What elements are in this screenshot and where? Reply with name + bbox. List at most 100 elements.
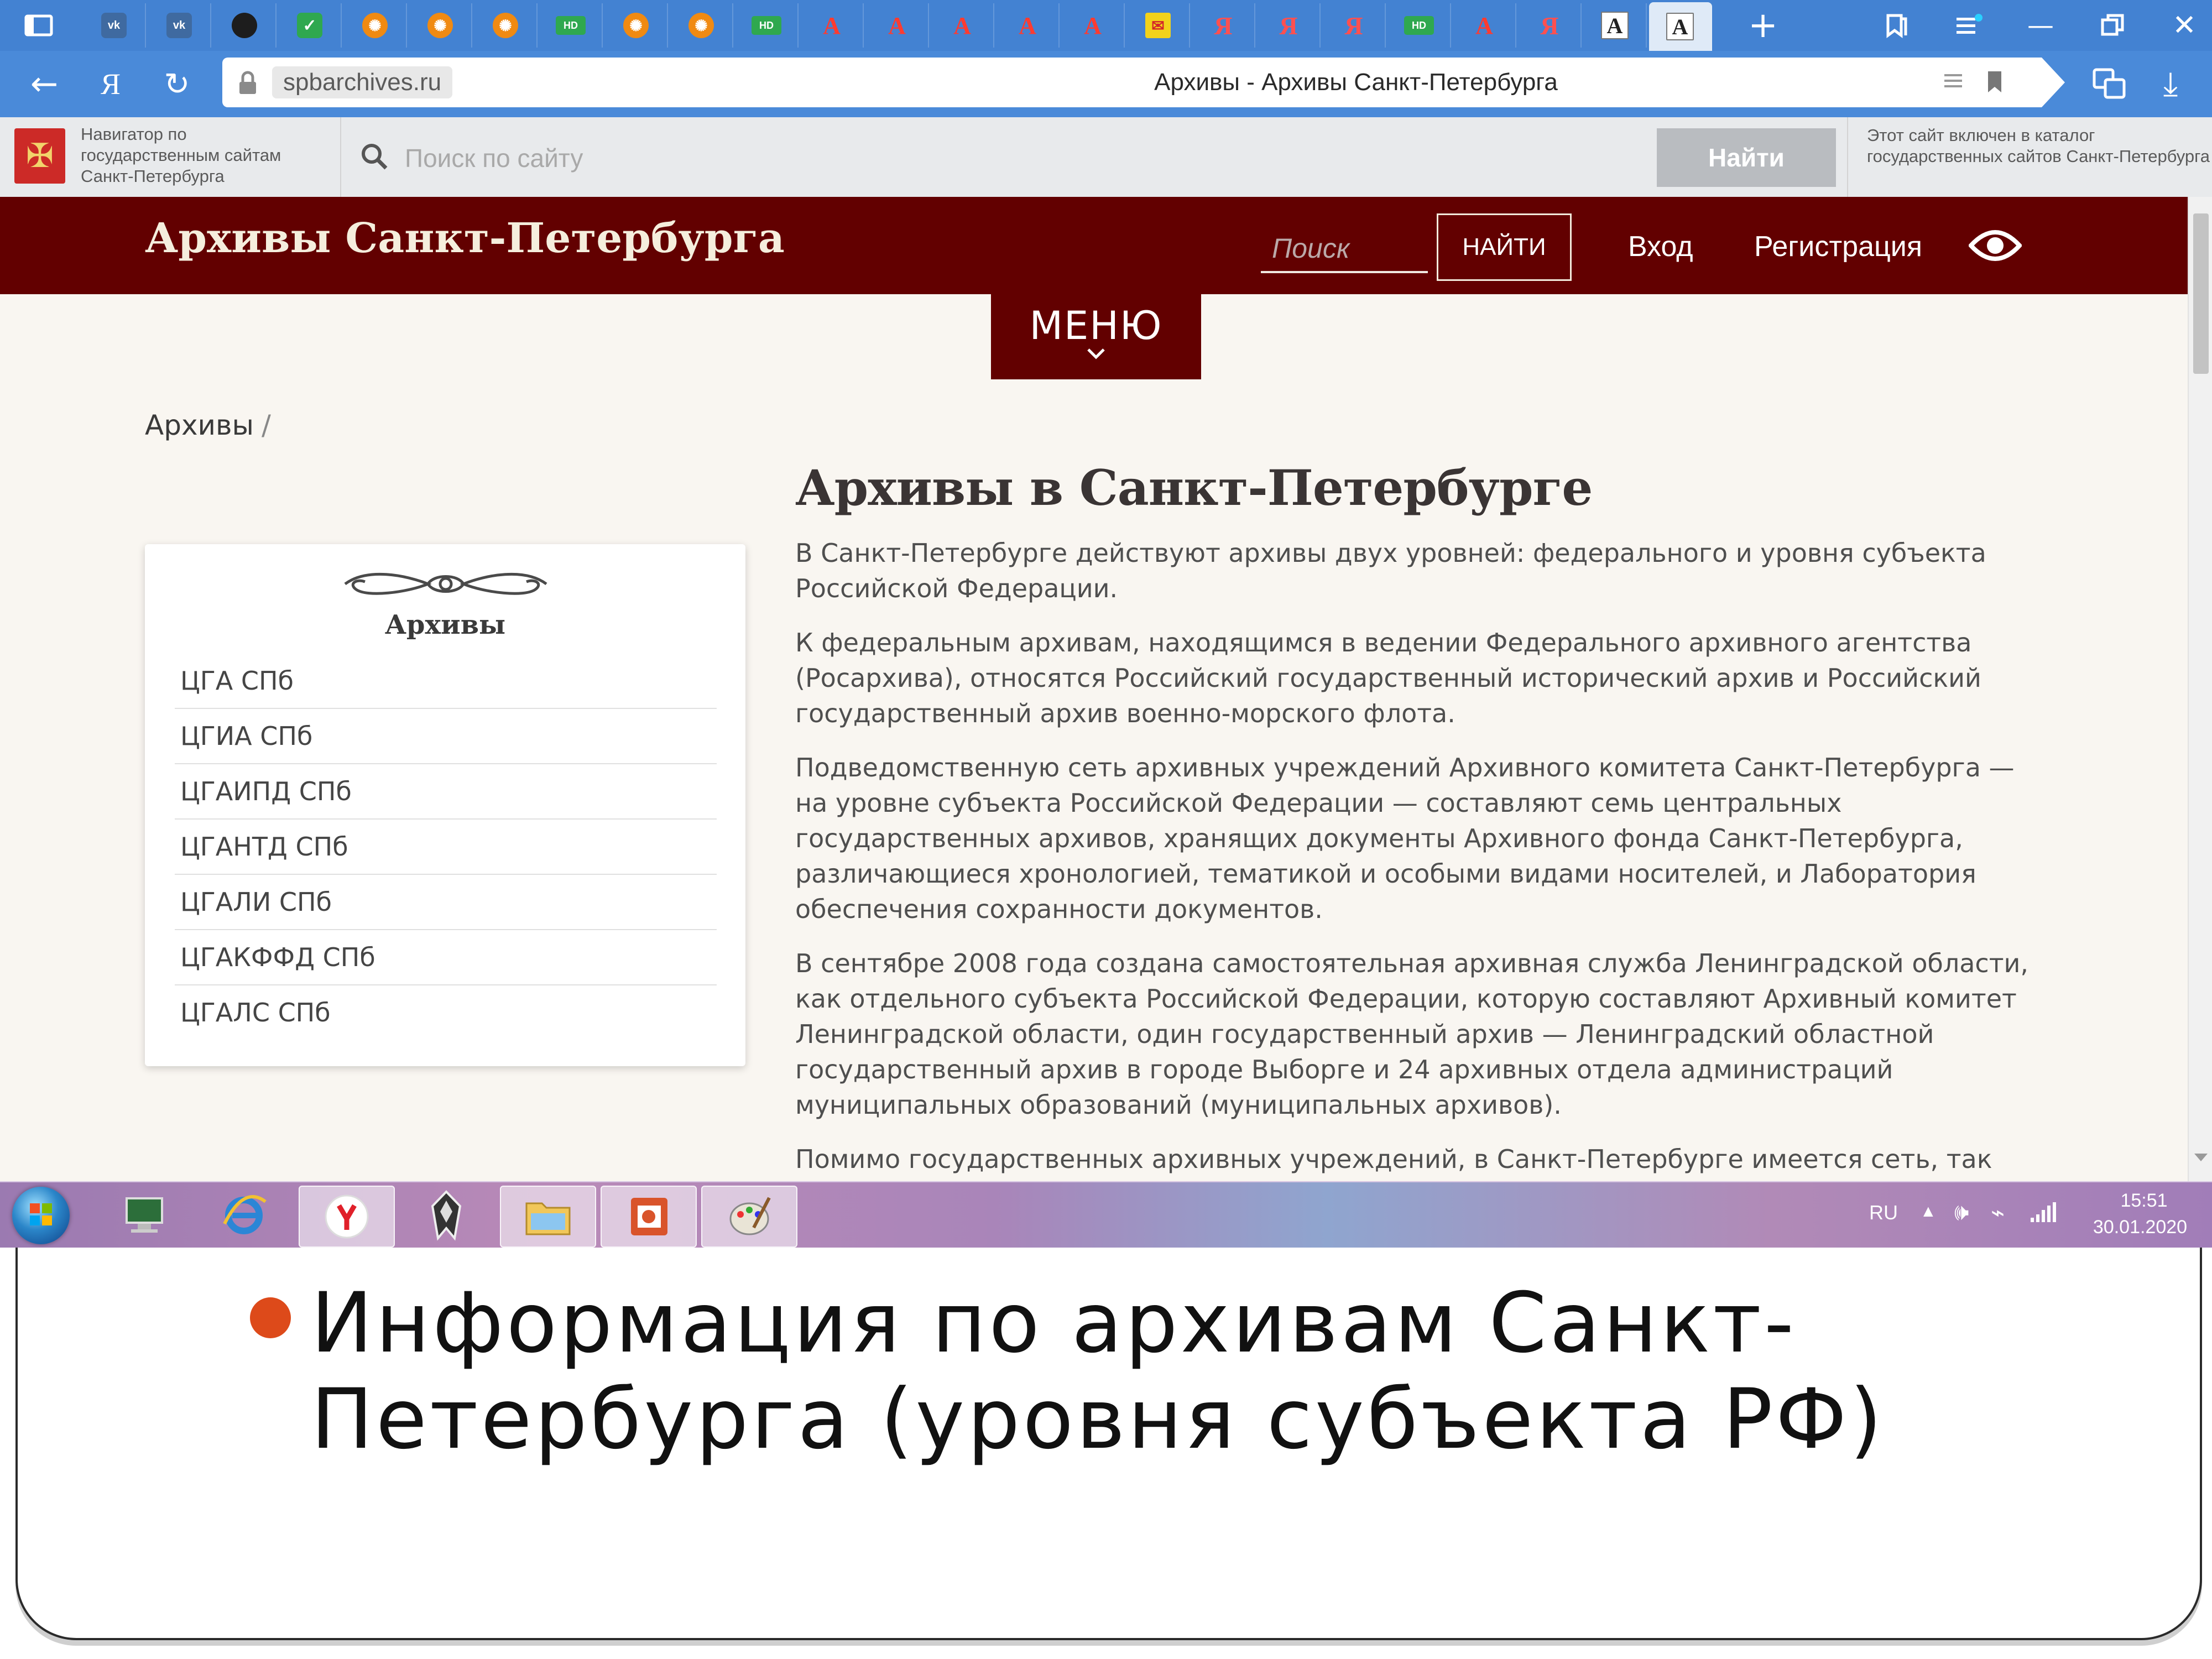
sidebar-item-cgals[interactable]: ЦГАЛС СПб (175, 985, 717, 1040)
page-scrollbar[interactable] (2188, 197, 2212, 1248)
windows-logo-icon (30, 1203, 52, 1225)
clock-time[interactable]: 15:51 (2108, 1190, 2180, 1212)
browser-tab[interactable]: A (1649, 2, 1712, 51)
browser-tab[interactable]: ✺ (605, 3, 668, 48)
browser-tab[interactable]: vk (83, 3, 146, 48)
article-paragraph: В сентябре 2008 года создана самостоятел… (795, 948, 2029, 1120)
sidebar-item-cga[interactable]: ЦГА СПб (175, 654, 717, 709)
browser-tab[interactable]: Я (1323, 3, 1386, 48)
browser-tab[interactable] (213, 3, 276, 48)
gov-navigator-link[interactable]: ✠ Навигатор по государственным сайтам Са… (0, 117, 341, 197)
browser-tab[interactable]: ✺ (344, 3, 407, 48)
article-paragraph: Помимо государственных архивных учрежден… (795, 1144, 1992, 1174)
gov-catalog-notice[interactable]: Этот сайт включен в каталог государствен… (1847, 117, 2212, 197)
volume-icon[interactable]: 🕪 (1954, 1199, 1969, 1226)
browser-tab[interactable]: A (866, 3, 929, 48)
chevron-down-icon (1087, 348, 1105, 359)
paint-palette-icon (729, 1197, 771, 1235)
screenshot: vk vk ✓ ✺ ✺ ✺ HD ✺ ✺ HD A A A A A ✉ Я Я Я HD A Я A A + — ✕ ← Я … (0, 0, 2212, 1248)
header-search-input[interactable] (1261, 226, 1428, 273)
mail-icon: ✉ (1145, 13, 1171, 38)
language-indicator[interactable]: RU (1869, 1201, 1898, 1224)
translate-icon[interactable] (2090, 51, 2129, 117)
signal-bars-icon[interactable] (2030, 1201, 2057, 1226)
power-plug-icon[interactable]: ⌁ (1991, 1199, 2005, 1226)
browser-tab[interactable]: HD (1388, 3, 1451, 48)
browser-tab[interactable]: ✉ (1127, 3, 1190, 48)
taskbar-ie-app[interactable] (197, 1186, 291, 1245)
menu-button[interactable]: МЕНЮ (991, 294, 1201, 379)
vk-icon: vk (101, 13, 127, 38)
yandex-icon[interactable]: Я (88, 51, 133, 117)
menu-lines-icon[interactable] (1952, 0, 1985, 51)
search-icon (359, 142, 390, 173)
powerpoint-icon (631, 1198, 667, 1235)
slide-caption-area: Информация по архивам Санкт-Петербурга (… (15, 1248, 2202, 1640)
bookmarks-icon[interactable] (1880, 0, 1913, 51)
sidebar-item-cgali[interactable]: ЦГАЛИ СПб (175, 875, 717, 930)
sidebar-item-cgantd[interactable]: ЦГАНТД СПб (175, 820, 717, 875)
breadcrumb-archives-link[interactable]: Архивы (145, 409, 254, 441)
back-arrow-icon[interactable]: ← (22, 51, 66, 117)
browser-tab[interactable]: A (1453, 3, 1516, 48)
browser-tab[interactable]: A (801, 3, 864, 48)
browser-tab[interactable]: A (1584, 3, 1647, 48)
taskbar-skyrim-app[interactable] (399, 1186, 493, 1245)
browser-tab[interactable]: Я (1258, 3, 1321, 48)
browser-tab[interactable]: A (1062, 3, 1125, 48)
browser-tab[interactable]: HD (735, 3, 799, 48)
browser-tab[interactable]: Я (1192, 3, 1255, 48)
sidebar-item-cgaipd[interactable]: ЦГАИПД СПб (175, 764, 717, 820)
browser-tab[interactable]: ✺ (670, 3, 733, 48)
show-hidden-icons-arrow[interactable]: ▲ (1920, 1202, 1937, 1221)
taskbar-explorer-app[interactable] (500, 1186, 596, 1248)
clock-date[interactable]: 30.01.2020 (2085, 1217, 2195, 1238)
sidebar-item-cgia[interactable]: ЦГИА СПб (175, 709, 717, 764)
browser-tab[interactable]: vk (148, 3, 211, 48)
minimize-icon[interactable]: — (2024, 0, 2057, 51)
reader-mode-icon[interactable] (1942, 71, 1964, 95)
header-find-button[interactable]: НАЙТИ (1437, 213, 1572, 281)
login-link[interactable]: Вход (1628, 230, 1693, 263)
checkmark-icon: ✓ (297, 13, 322, 38)
folder-icon (525, 1202, 571, 1235)
browser-tab[interactable]: A (997, 3, 1060, 48)
new-tab-button[interactable]: + (1746, 0, 1780, 51)
site-title[interactable]: Архивы Санкт-Петербурга (145, 215, 785, 262)
apple-icon (232, 13, 257, 38)
restore-icon[interactable] (2096, 0, 2129, 51)
sidebar-toggle-icon[interactable] (17, 0, 61, 51)
scroll-down-arrow-icon[interactable] (2194, 1154, 2208, 1161)
address-bar: ← Я ↻ spbarchives.ru Архивы - Архивы Сан… (0, 51, 2212, 117)
start-button[interactable] (12, 1187, 70, 1244)
gov-find-button[interactable]: Найти (1657, 128, 1836, 187)
eye-icon[interactable] (1968, 223, 2023, 268)
taskbar-computer-app[interactable] (97, 1186, 191, 1245)
slide-caption: Информация по архивам Санкт-Петербурга (… (311, 1275, 1885, 1468)
browser-tab[interactable]: HD (540, 3, 603, 48)
domain-chip[interactable]: spbarchives.ru (272, 66, 453, 98)
article: Архивы в Санкт-Петербурге В Санкт-Петерб… (795, 459, 2045, 1196)
taskbar-powerpoint-app[interactable] (601, 1186, 697, 1248)
reload-icon[interactable]: ↻ (155, 51, 199, 117)
close-window-icon[interactable]: ✕ (2168, 0, 2201, 51)
bookmark-icon[interactable] (1986, 70, 2003, 96)
taskbar-yandex-app[interactable] (299, 1186, 395, 1248)
letter-a-icon: A (1019, 12, 1036, 39)
scrollbar-thumb[interactable] (2193, 213, 2209, 374)
film-reel-icon: ✺ (493, 13, 518, 38)
letter-a-icon: A (1084, 12, 1102, 39)
register-link[interactable]: Регистрация (1754, 230, 1922, 263)
site-search-input[interactable] (404, 138, 1235, 178)
browser-tab[interactable]: ✺ (409, 3, 472, 48)
browser-tab[interactable]: ✓ (279, 3, 342, 48)
taskbar-paint-app[interactable] (701, 1186, 797, 1248)
url-field[interactable]: spbarchives.ru Архивы - Архивы Санкт-Пет… (222, 58, 2065, 107)
yandex-icon: Я (1279, 11, 1298, 40)
download-icon[interactable]: ⤓ (2151, 51, 2190, 117)
sidebar-item-cgakffd[interactable]: ЦГАКФФД СПб (175, 930, 717, 985)
serif-a-icon: A (1601, 12, 1629, 39)
browser-tab[interactable]: A (931, 3, 994, 48)
browser-tab[interactable]: Я (1519, 3, 1582, 48)
browser-tab[interactable]: ✺ (474, 3, 538, 48)
